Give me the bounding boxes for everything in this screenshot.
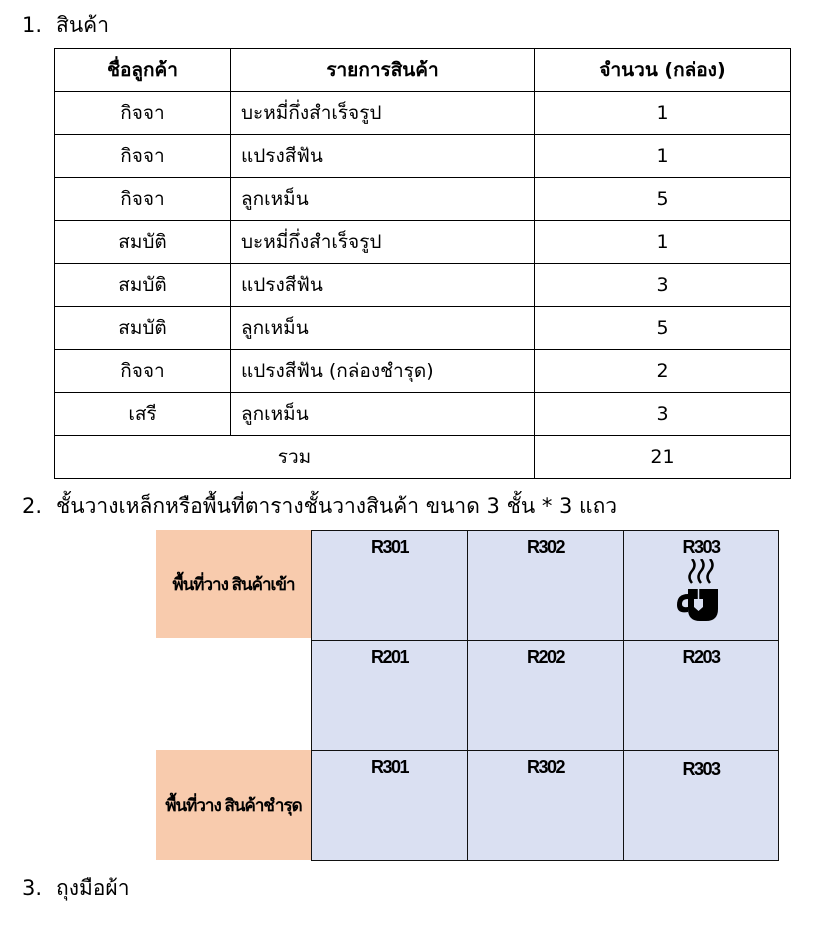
table-row: สมบัติ แปรงสีฟัน 3 — [54, 263, 791, 307]
customer-cell: กิจจา — [54, 349, 231, 393]
table-row: เสรี ลูกเหม็น 3 — [54, 392, 791, 436]
coffee-cup-icon — [677, 559, 718, 621]
shelf-code: R201 — [370, 647, 410, 667]
table-row: สมบัติ บะหมี่กึ่งสำเร็จรูป 1 — [54, 220, 791, 264]
table-row: กิจจา แปรงสีฟัน 1 — [54, 134, 791, 178]
shelf-cell: R302 — [467, 530, 623, 640]
section-2-heading: 2. ชั้นวางเหล็กหรือพื้นที่ตารางชั้นวางสิน… — [22, 493, 617, 519]
total-value: 21 — [534, 435, 791, 479]
shelf-code: R303 — [682, 537, 721, 557]
customer-cell: สมบัติ — [54, 263, 231, 307]
shelf-code: R303 — [682, 759, 721, 779]
shelf-cell: R302 — [467, 750, 623, 861]
column-header-customer: ชื่อลูกค้า — [54, 48, 231, 92]
quantity-cell: 1 — [534, 134, 791, 178]
damaged-goods-zone: พื้นที่วาง สินค้าชำรุด — [156, 750, 311, 860]
shelf-cell: R303 — [623, 750, 779, 861]
customer-cell: กิจจา — [54, 91, 231, 135]
customer-cell: กิจจา — [54, 177, 231, 221]
quantity-cell: 2 — [534, 349, 791, 393]
item-cell: แปรงสีฟัน (กล่องชำรุด) — [230, 349, 535, 393]
quantity-cell: 3 — [534, 263, 791, 307]
total-label: รวม — [54, 435, 535, 479]
column-header-quantity: จำนวน (กล่อง) — [534, 48, 791, 92]
quantity-cell: 5 — [534, 306, 791, 350]
item-cell: ลูกเหม็น — [230, 306, 535, 350]
shelf-code: R203 — [682, 647, 721, 667]
section-number: 1. — [22, 13, 43, 37]
shelf-code: R301 — [370, 537, 410, 557]
shelf-cell: R201 — [311, 640, 467, 750]
shelf-cell: R301 — [311, 530, 467, 640]
quantity-cell: 3 — [534, 392, 791, 436]
shelf-code: R301 — [370, 757, 410, 777]
shelf-cell: R301 — [311, 750, 467, 861]
shelf-code: R302 — [526, 537, 566, 557]
shelf-code: R202 — [526, 647, 566, 667]
customer-cell: เสรี — [54, 392, 231, 436]
section-1-heading: 1. สินค้า — [22, 12, 109, 38]
item-cell: ลูกเหม็น — [230, 177, 535, 221]
incoming-goods-zone: พื้นที่วาง สินค้าเข้า — [156, 530, 311, 638]
quantity-cell: 1 — [534, 91, 791, 135]
shelf-cell: R203 — [623, 640, 779, 750]
item-cell: บะหมี่กึ่งสำเร็จรูป — [230, 220, 535, 264]
shelf-code: R302 — [526, 757, 566, 777]
goods-table: ชื่อลูกค้า รายการสินค้า จำนวน (กล่อง) กิ… — [54, 48, 791, 479]
table-row: กิจจา บะหมี่กึ่งสำเร็จรูป 1 — [54, 91, 791, 135]
section-title: ถุงมือผ้า — [56, 876, 130, 900]
quantity-cell: 1 — [534, 220, 791, 264]
shelf-cell: R202 — [467, 640, 623, 750]
table-row: กิจจา ลูกเหม็น 5 — [54, 177, 791, 221]
quantity-cell: 5 — [534, 177, 791, 221]
item-cell: แปรงสีฟัน — [230, 263, 535, 307]
table-row: สมบัติ ลูกเหม็น 5 — [54, 306, 791, 350]
section-number: 2. — [22, 494, 43, 518]
section-number: 3. — [22, 876, 43, 900]
table-row: กิจจา แปรงสีฟัน (กล่องชำรุด) 2 — [54, 349, 791, 393]
shelf-grid: R301 R302 R303 R201 R202 R203 R301 R302 … — [311, 530, 779, 861]
column-header-item: รายการสินค้า — [230, 48, 535, 92]
item-cell: แปรงสีฟัน — [230, 134, 535, 178]
customer-cell: สมบัติ — [54, 306, 231, 350]
shelf-cell: R303 — [623, 530, 779, 640]
table-total-row: รวม 21 — [54, 435, 791, 479]
item-cell: บะหมี่กึ่งสำเร็จรูป — [230, 91, 535, 135]
table-header-row: ชื่อลูกค้า รายการสินค้า จำนวน (กล่อง) — [54, 48, 791, 92]
customer-cell: สมบัติ — [54, 220, 231, 264]
section-title: สินค้า — [56, 13, 110, 37]
item-cell: ลูกเหม็น — [230, 392, 535, 436]
customer-cell: กิจจา — [54, 134, 231, 178]
section-title: ชั้นวางเหล็กหรือพื้นที่ตารางชั้นวางสินค้… — [56, 494, 618, 518]
section-3-heading: 3. ถุงมือผ้า — [22, 875, 130, 901]
